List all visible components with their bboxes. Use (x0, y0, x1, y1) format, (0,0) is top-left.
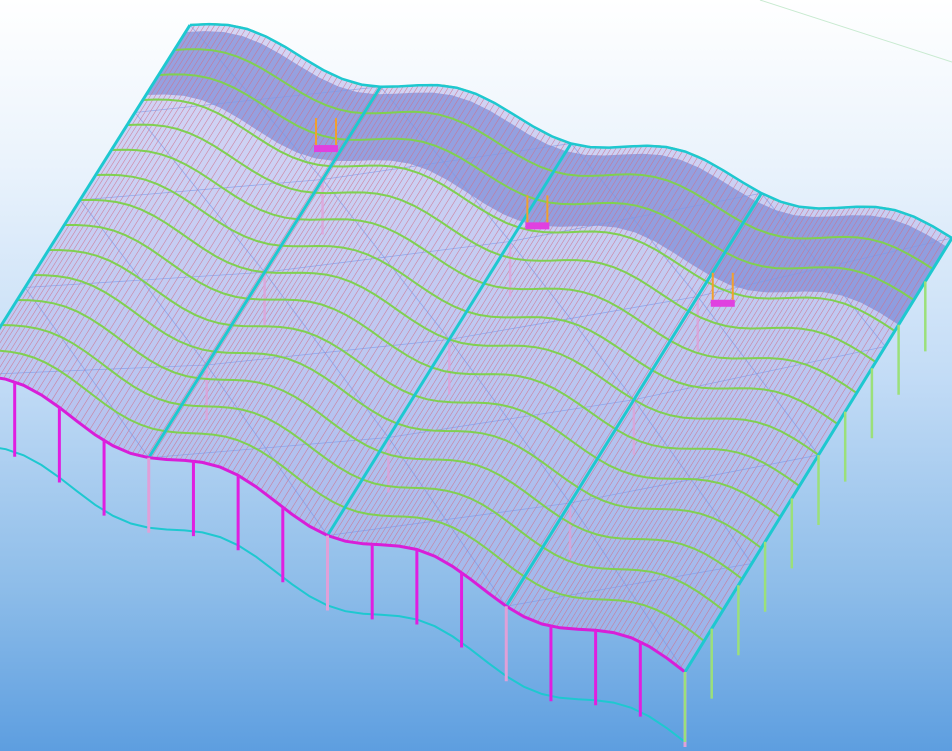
viewport-guide-line (759, 0, 952, 63)
equipment-pad (525, 222, 550, 230)
3d-viewport[interactable] (0, 0, 952, 751)
equipment-pad (710, 299, 735, 307)
equipment-pad (314, 145, 339, 153)
structural-model[interactable] (0, 0, 952, 751)
